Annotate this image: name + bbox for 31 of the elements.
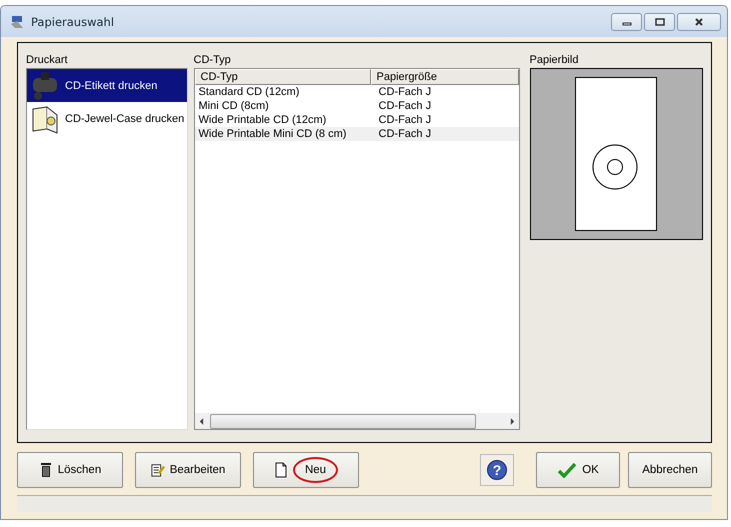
- column-header[interactable]: Papiergröße: [370, 69, 519, 85]
- table-row[interactable]: Standard CD (12cm) CD-Fach J: [194, 85, 519, 99]
- scroll-left-icon[interactable]: [198, 418, 204, 424]
- print-type-item[interactable]: CD-Jewel-Case drucken: [27, 102, 187, 135]
- scroll-thumb[interactable]: [210, 414, 476, 428]
- table-row[interactable]: Mini CD (8cm) CD-Fach J: [194, 99, 519, 113]
- new-document-icon: [274, 462, 288, 478]
- print-type-item[interactable]: CD-Etikett drucken: [27, 69, 187, 102]
- dialog-button[interactable]: Abbrechen: [628, 452, 712, 488]
- action-button[interactable]: Löschen: [17, 452, 123, 488]
- maximize-icon: [654, 18, 664, 26]
- close-button[interactable]: [677, 12, 721, 30]
- app-icon: [9, 14, 25, 30]
- edit-document-icon: [150, 462, 165, 478]
- window-title: Papierauswahl: [31, 14, 114, 28]
- close-icon: [694, 18, 704, 26]
- dialog-button[interactable]: OK: [536, 452, 620, 488]
- action-button[interactable]: Neu: [253, 452, 359, 488]
- section-label: CD-Typ: [194, 53, 232, 67]
- action-button[interactable]: Bearbeiten: [135, 452, 241, 488]
- checkmark-icon: [557, 462, 578, 478]
- column-header[interactable]: CD-Typ: [194, 69, 371, 85]
- minimize-button[interactable]: [611, 12, 642, 30]
- table-row[interactable]: Wide Printable CD (12cm) CD-Fach J: [194, 113, 519, 127]
- table-row[interactable]: Wide Printable Mini CD (8 cm) CD-Fach J: [194, 127, 519, 141]
- maximize-button[interactable]: [644, 12, 675, 30]
- section-label: Druckart: [26, 53, 69, 67]
- section-label: Papierbild: [530, 53, 580, 67]
- help-button[interactable]: ?: [480, 454, 514, 486]
- trash-icon: [38, 462, 53, 478]
- scroll-right-icon[interactable]: [510, 418, 515, 424]
